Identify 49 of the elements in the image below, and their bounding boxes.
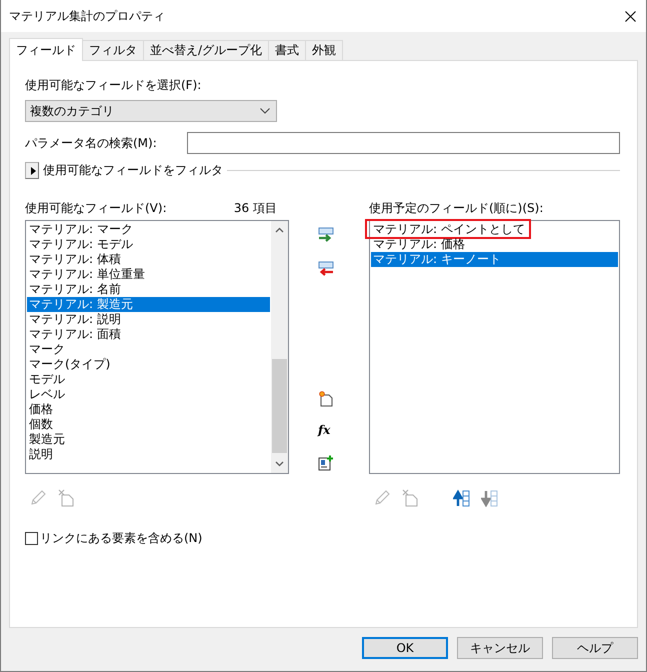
list-item[interactable]: マテリアル: 単位重量 <box>27 267 270 282</box>
list-item[interactable]: レベル <box>27 387 270 402</box>
list-item[interactable]: マテリアル: マーク <box>27 222 270 237</box>
list-item[interactable]: 製造元 <box>27 432 270 447</box>
list-item[interactable]: 説明 <box>27 447 270 462</box>
combine-parameters-icon[interactable] <box>318 455 334 471</box>
list-label: 使用可能なフィールド(V): <box>25 200 167 214</box>
list-item[interactable]: マテリアル: キーノート <box>371 252 618 267</box>
scrollbar-thumb[interactable] <box>272 359 287 453</box>
window-title: マテリアル集計のプロパティ <box>9 8 165 24</box>
checkbox[interactable] <box>25 532 38 545</box>
list-item[interactable]: マテリアル: 製造元 <box>27 297 270 312</box>
field-label: パラメータ名の検索(M): <box>25 134 158 152</box>
checkbox-label: リンクにある要素を含める(N) <box>40 530 202 547</box>
dialog-button[interactable]: OK <box>362 637 448 659</box>
search-field[interactable] <box>187 132 620 154</box>
move-down-icon[interactable] <box>481 489 499 507</box>
formula-button[interactable]: fx <box>318 423 330 437</box>
add-field-icon[interactable] <box>318 227 334 243</box>
list-item[interactable]: マテリアル: ペイントとして <box>371 222 618 237</box>
list-item[interactable]: マテリアル: 価格 <box>371 237 618 252</box>
list-item[interactable]: マテリアル: 説明 <box>27 312 270 327</box>
list-item[interactable]: 価格 <box>27 402 270 417</box>
close-icon[interactable] <box>625 10 636 22</box>
list-item[interactable]: マテリアル: モデル <box>27 237 270 252</box>
tab[interactable]: フィールド <box>9 38 83 61</box>
new-parameter-icon[interactable] <box>318 391 334 407</box>
scroll-up-icon[interactable] <box>275 227 284 233</box>
list-item[interactable]: マテリアル: 名前 <box>27 282 270 297</box>
list-item[interactable]: マーク(タイプ) <box>27 357 270 372</box>
item-count: 36 項目 <box>234 200 277 214</box>
section-label: 使用可能なフィールドをフィルタ <box>43 162 223 178</box>
scroll-down-icon[interactable] <box>275 461 284 467</box>
dialog-button[interactable]: ヘルプ <box>552 637 638 659</box>
move-up-icon[interactable] <box>453 489 471 507</box>
list-item[interactable]: マテリアル: 体積 <box>27 252 270 267</box>
chevron-down-icon <box>260 108 270 114</box>
list-label: 使用予定のフィールド(順に)(S): <box>369 200 544 214</box>
scrollbar[interactable] <box>271 221 288 473</box>
list-item[interactable]: マーク <box>27 342 270 357</box>
category-dropdown[interactable]: 複数のカテゴリ <box>25 100 277 122</box>
dialog-button[interactable]: キャンセル <box>457 637 543 659</box>
expand-button[interactable] <box>25 162 39 178</box>
tab[interactable]: 外観 <box>305 40 344 60</box>
list-item[interactable]: 個数 <box>27 417 270 432</box>
list-item[interactable]: マテリアル: 面積 <box>27 327 270 342</box>
list-item[interactable]: モデル <box>27 372 270 387</box>
field-label: 使用可能なフィールドを選択(F): <box>25 77 202 94</box>
remove-field-icon[interactable] <box>318 261 334 277</box>
